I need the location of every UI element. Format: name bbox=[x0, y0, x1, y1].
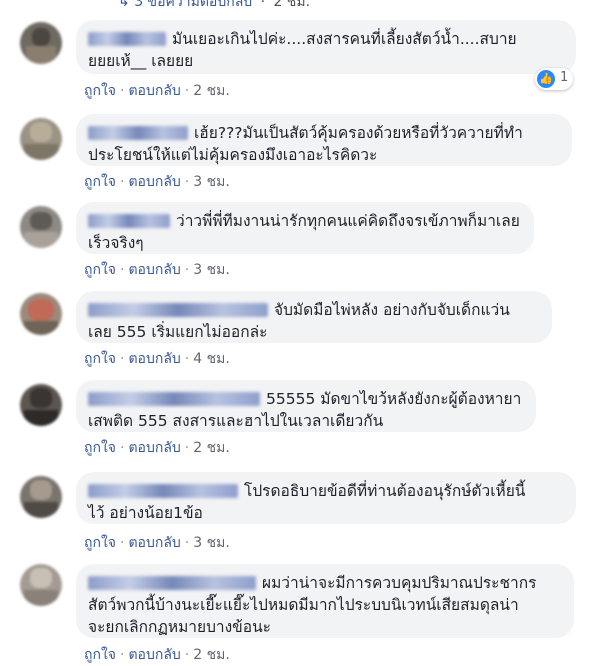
comment-time[interactable]: 2 ชม. bbox=[193, 83, 230, 99]
separator-dot: · bbox=[120, 440, 125, 456]
avatar[interactable] bbox=[20, 476, 62, 518]
comment-text-line: ผมว่าน่าจะมีการควบคุมปริมาณประชากร bbox=[262, 574, 537, 592]
like-button[interactable]: ถูกใจ bbox=[84, 535, 116, 551]
separator-dot: · bbox=[120, 262, 125, 278]
comment-time: 2 ชม. bbox=[273, 0, 311, 10]
comment-text-line: ไว้ อย่างน้อย1ข้อ bbox=[88, 504, 203, 522]
comment-time[interactable]: 3 ชม. bbox=[193, 262, 230, 278]
commenter-name-blurred[interactable] bbox=[88, 31, 166, 46]
comment-text-line: มันเยอะเกินไปค่ะ....สงสารคนที่เลี้ยงสัตว… bbox=[172, 30, 517, 48]
comment-time[interactable]: 2 ชม. bbox=[193, 440, 230, 456]
replies-count-text: 3 ข้อความตอบกลับ bbox=[134, 0, 253, 10]
avatar[interactable] bbox=[20, 384, 62, 426]
comment-text-line: เสพติด 555 สงสารและฮาไปในเวลาเดียวกัน bbox=[88, 412, 384, 430]
comment-text-line: เฮ้ย???มันเป็นสัตว์คุ้มครองด้วยหรือที่วั… bbox=[194, 124, 523, 142]
comment-actions: ถูกใจ · ตอบกลับ · 2 ชม. bbox=[84, 437, 230, 459]
reply-button[interactable]: ตอบกลับ bbox=[128, 440, 180, 456]
comment-text-line: ว่าวพี่พี่ทีมงานน่ารักทุกคนแค่คิดถึงจรเข… bbox=[176, 212, 520, 230]
reply-button[interactable]: ตอบกลับ bbox=[128, 174, 180, 190]
reply-button[interactable]: ตอบกลับ bbox=[128, 535, 180, 551]
separator-dot: · bbox=[184, 440, 190, 456]
separator-dot: · bbox=[184, 351, 190, 367]
separator-dot: · bbox=[120, 535, 125, 551]
separator-dot: · bbox=[184, 535, 190, 551]
commenter-name-blurred[interactable] bbox=[88, 575, 256, 590]
comment-actions: ถูกใจ · ตอบกลับ · 3 ชม. bbox=[84, 532, 230, 554]
reply-button[interactable]: ตอบกลับ bbox=[128, 647, 180, 663]
like-reaction-icon: 👍 bbox=[537, 70, 555, 88]
comment-text-line: เลย 555 เริ่มแยกไม่ออกล่ะ bbox=[88, 323, 268, 341]
commenter-name-blurred[interactable] bbox=[88, 302, 268, 317]
comment-bubble: เฮ้ย???มันเป็นสัตว์คุ้มครองด้วยหรือที่วั… bbox=[76, 114, 572, 166]
comment-text-line: 55555 มัดขาไขว้หลังยังกะผู้ต้องหายา bbox=[266, 390, 522, 408]
like-button[interactable]: ถูกใจ bbox=[84, 351, 116, 367]
comment-actions: ถูกใจ · ตอบกลับ · 3 ชม. bbox=[84, 259, 230, 281]
comment-text-line: ยยยเห้__ เลยยย bbox=[88, 52, 194, 70]
avatar[interactable] bbox=[20, 293, 62, 335]
reply-button[interactable]: ตอบกลับ bbox=[128, 83, 180, 99]
comment-bubble: ว่าวพี่พี่ทีมงานน่ารักทุกคนแค่คิดถึงจรเข… bbox=[76, 202, 534, 254]
comment-actions: ถูกใจ · ตอบกลับ · 4 ชม. bbox=[84, 348, 230, 370]
avatar[interactable] bbox=[20, 22, 62, 64]
separator-dot: · bbox=[120, 351, 125, 367]
separator-dot: · bbox=[120, 83, 125, 99]
comment-actions: ถูกใจ · ตอบกลับ · 2 ชม. bbox=[84, 644, 230, 666]
commenter-name-blurred[interactable] bbox=[88, 483, 238, 498]
reaction-count-badge[interactable]: 👍 1 bbox=[535, 68, 573, 90]
comment-bubble: 55555 มัดขาไขว้หลังยังกะผู้ต้องหายา เสพต… bbox=[76, 380, 536, 432]
commenter-name-blurred[interactable] bbox=[88, 125, 188, 140]
like-button[interactable]: ถูกใจ bbox=[84, 174, 116, 190]
reply-button[interactable]: ตอบกลับ bbox=[128, 262, 180, 278]
separator-dot: · bbox=[120, 647, 125, 663]
like-button[interactable]: ถูกใจ bbox=[84, 262, 116, 278]
comment-time[interactable]: 4 ชม. bbox=[193, 351, 230, 367]
comment-bubble: มันเยอะเกินไปค่ะ....สงสารคนที่เลี้ยงสัตว… bbox=[76, 20, 576, 74]
comment-text-line: จับมัดมือไพ่หลัง อย่างกับจับเด็กแว่น bbox=[274, 301, 510, 319]
reply-button[interactable]: ตอบกลับ bbox=[128, 351, 180, 367]
avatar[interactable] bbox=[20, 118, 62, 160]
like-button[interactable]: ถูกใจ bbox=[84, 647, 116, 663]
avatar[interactable] bbox=[20, 564, 62, 606]
avatar[interactable] bbox=[20, 206, 62, 248]
comment-text-line: ประโยชน์ให้แต่ไม่คุ้มครองมึงเอาอะไรคิดวะ bbox=[88, 146, 378, 164]
comment-text-line: โปรดอธิบายข้อดีที่ท่านต้องอนุรักษ์ตัวเหี… bbox=[244, 482, 526, 500]
comment-actions: ถูกใจ · ตอบกลับ · 2 ชม. bbox=[84, 80, 230, 102]
separator-dot: · bbox=[184, 174, 190, 190]
comment-time[interactable]: 3 ชม. bbox=[193, 174, 230, 190]
commenter-name-blurred[interactable] bbox=[88, 391, 260, 406]
comment-bubble: ผมว่าน่าจะมีการควบคุมปริมาณประชากร สัตว์… bbox=[76, 564, 574, 638]
comment-bubble: โปรดอธิบายข้อดีที่ท่านต้องอนุรักษ์ตัวเหี… bbox=[76, 472, 576, 524]
commenter-name-blurred[interactable] bbox=[88, 213, 170, 228]
comment-text-line: จะยกเลิกกฏหมายบางข้อนะ bbox=[88, 618, 272, 636]
comment-text-line: สัตว์พวกนี้บ้างนะเยี๊ะแยี๊ะไปหมดมีมากไปร… bbox=[88, 596, 519, 614]
separator-dot: · bbox=[184, 83, 190, 99]
comment-time[interactable]: 2 ชม. bbox=[193, 647, 230, 663]
comment-time[interactable]: 3 ชม. bbox=[193, 535, 230, 551]
separator-dot: · bbox=[120, 174, 125, 190]
separator-dot: · bbox=[184, 262, 190, 278]
separator-dot: · bbox=[184, 647, 190, 663]
comment-actions: ถูกใจ · ตอบกลับ · 3 ชม. bbox=[84, 171, 230, 193]
comment-bubble: จับมัดมือไพ่หลัง อย่างกับจับเด็กแว่น เลย… bbox=[76, 291, 552, 343]
replies-link-partial[interactable]: ↳ 3 ข้อความตอบกลับ · 2 ชม. bbox=[118, 0, 310, 13]
comment-text-line: เร็วจริงๆ bbox=[88, 234, 144, 252]
reaction-count: 1 bbox=[560, 70, 569, 85]
separator-dot: · bbox=[260, 0, 266, 10]
like-button[interactable]: ถูกใจ bbox=[84, 83, 116, 99]
like-button[interactable]: ถูกใจ bbox=[84, 440, 116, 456]
